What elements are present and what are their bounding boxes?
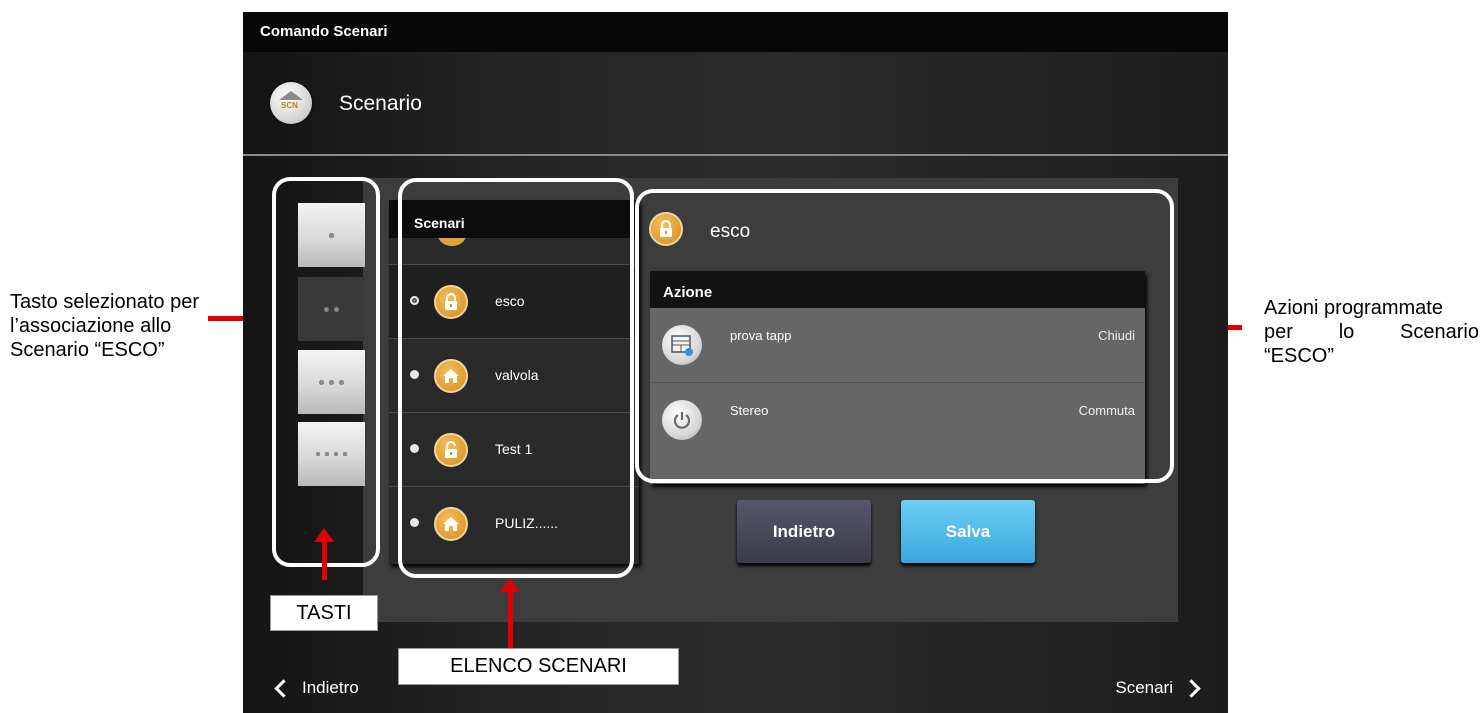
- annotation-frame-actions: [635, 189, 1174, 483]
- annotation-word: lo: [1338, 321, 1355, 343]
- window-title: Comando Scenari: [243, 12, 1228, 52]
- annotation-actions-line1: Azioni programmate: [1264, 297, 1443, 319]
- annotation-word: Scenario: [1400, 321, 1479, 343]
- back-button[interactable]: Indietro: [737, 500, 871, 563]
- annotation-actions-line3: “ESCO”: [1264, 345, 1334, 367]
- annotation-frame-scenarios: [398, 178, 634, 578]
- page-title: Scenario: [339, 92, 422, 115]
- annotation-arrowhead-tasti: [314, 528, 334, 542]
- scenario-logo-icon: SCN: [270, 82, 312, 124]
- save-button[interactable]: Salva: [901, 500, 1035, 563]
- annotation-frame-keys: [272, 177, 380, 567]
- chevron-right-icon: [1182, 678, 1201, 698]
- nav-back-label: Indietro: [302, 678, 359, 697]
- annotation-actions-line2: per lo Scenario: [1264, 320, 1479, 344]
- annotation-actions-text: Azioni programmate per lo Scenario “ESCO…: [1264, 296, 1479, 368]
- nav-forward-label: Scenari: [1115, 678, 1173, 697]
- nav-forward[interactable]: Scenari: [1115, 678, 1201, 698]
- annotation-selected-key-text: Tasto selezionato per l’associazione all…: [10, 291, 200, 361]
- header-divider: [243, 154, 1228, 156]
- logo-text: SCN: [281, 101, 298, 110]
- app-screen: Comando Scenari SCN Scenario Scenari esc…: [243, 12, 1228, 713]
- annotation-word: per: [1264, 321, 1293, 343]
- annotation-arrow-tasti: [322, 540, 327, 580]
- annotation-arrowhead-elenco: [500, 578, 520, 592]
- page-header: SCN Scenario: [243, 52, 1228, 154]
- annotation-elenco-label: ELENCO SCENARI: [398, 648, 679, 685]
- nav-back[interactable]: Indietro: [274, 678, 359, 698]
- annotation-tasti-label: TASTI: [270, 595, 378, 631]
- chevron-left-icon: [274, 678, 293, 698]
